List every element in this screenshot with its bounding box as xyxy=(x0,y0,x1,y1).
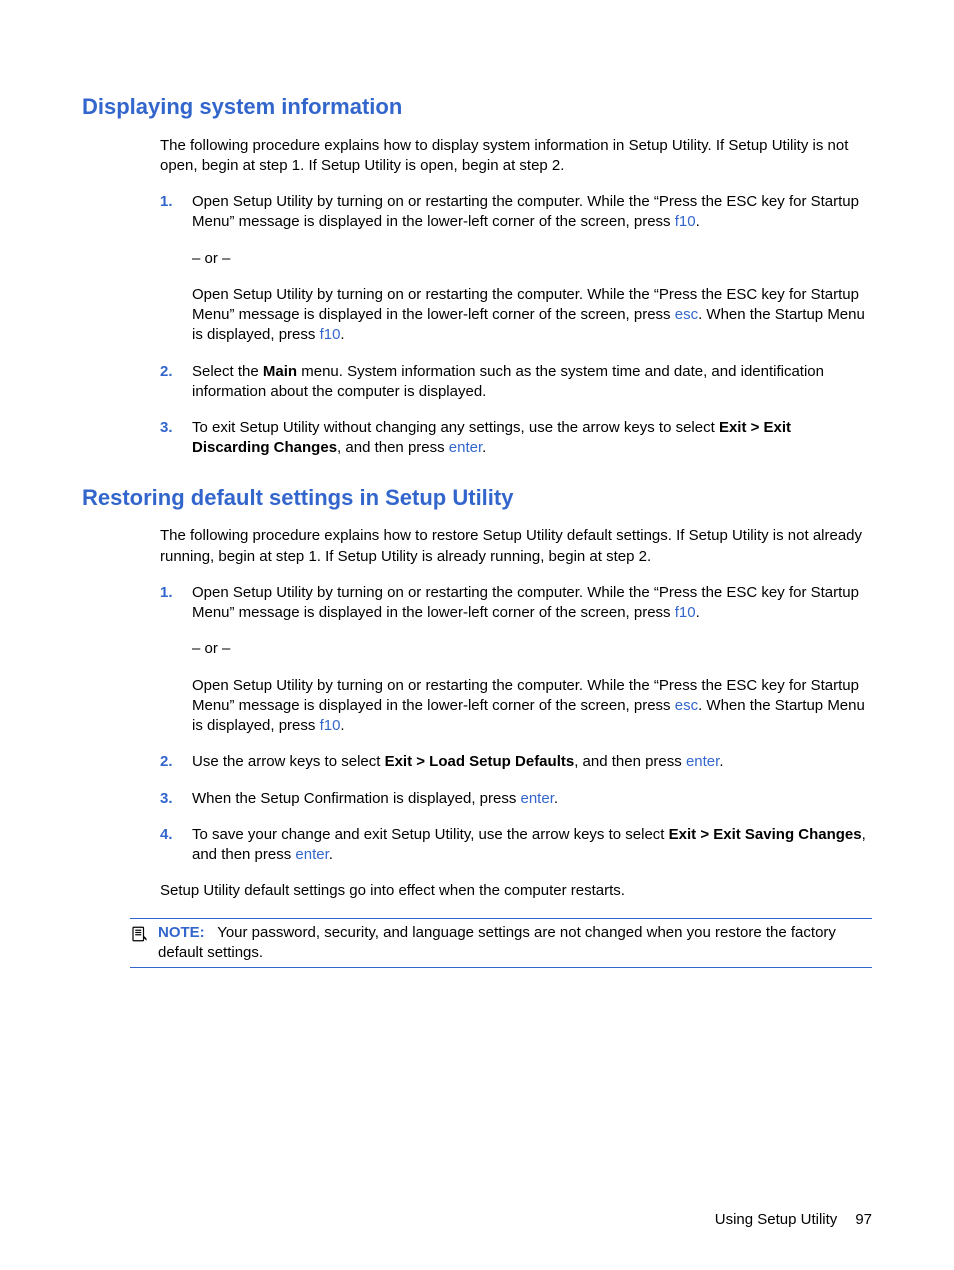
note-content: NOTE: Your password, security, and langu… xyxy=(158,923,872,964)
step-body: When the Setup Confirmation is displayed… xyxy=(192,789,558,809)
intro-paragraph: The following procedure explains how to … xyxy=(160,526,872,567)
heading-restoring-defaults: Restoring default settings in Setup Util… xyxy=(82,483,872,513)
heading-displaying-system-information: Displaying system information xyxy=(82,92,872,122)
step-number: 3. xyxy=(160,418,192,459)
step-number: 4. xyxy=(160,825,192,866)
document-page: Displaying system information The follow… xyxy=(0,0,954,1270)
step-3: 3. When the Setup Confirmation is displa… xyxy=(160,789,872,809)
step-body: To exit Setup Utility without changing a… xyxy=(192,418,872,459)
step-text: To save your change and exit Setup Utili… xyxy=(192,825,872,866)
step-text: Select the Main menu. System information… xyxy=(192,362,872,403)
step-1: 1. Open Setup Utility by turning on or r… xyxy=(160,192,872,346)
key-esc: esc xyxy=(675,306,698,323)
step-3: 3. To exit Setup Utility without changin… xyxy=(160,418,872,459)
key-enter: enter xyxy=(449,439,482,456)
bold-main: Main xyxy=(263,363,297,380)
step-4: 4. To save your change and exit Setup Ut… xyxy=(160,825,872,866)
step-2: 2. Use the arrow keys to select Exit > L… xyxy=(160,752,872,772)
step-text: To exit Setup Utility without changing a… xyxy=(192,418,872,459)
step-number: 2. xyxy=(160,752,192,772)
step-number: 1. xyxy=(160,192,192,346)
note-icon xyxy=(130,923,148,964)
note-text: Your password, security, and language se… xyxy=(158,924,836,961)
key-enter: enter xyxy=(295,846,328,863)
key-f10: f10 xyxy=(675,213,696,230)
step-2: 2. Select the Main menu. System informat… xyxy=(160,362,872,403)
key-f10: f10 xyxy=(675,604,696,621)
steps-list-2: 1. Open Setup Utility by turning on or r… xyxy=(160,583,872,866)
step-body: Select the Main menu. System information… xyxy=(192,362,872,403)
step-text: Open Setup Utility by turning on or rest… xyxy=(192,192,872,233)
step-body: To save your change and exit Setup Utili… xyxy=(192,825,872,866)
note-block: NOTE: Your password, security, and langu… xyxy=(130,918,872,969)
bold-load-defaults: Exit > Load Setup Defaults xyxy=(385,753,575,770)
step-number: 2. xyxy=(160,362,192,403)
footer-section: Using Setup Utility xyxy=(715,1211,838,1228)
step-body: Open Setup Utility by turning on or rest… xyxy=(192,583,872,737)
step-text: Open Setup Utility by turning on or rest… xyxy=(192,676,872,737)
outro-paragraph: Setup Utility default settings go into e… xyxy=(160,881,872,901)
step-number: 1. xyxy=(160,583,192,737)
key-enter: enter xyxy=(686,753,719,770)
intro-paragraph: The following procedure explains how to … xyxy=(160,136,872,177)
step-text: When the Setup Confirmation is displayed… xyxy=(192,789,558,809)
step-body: Open Setup Utility by turning on or rest… xyxy=(192,192,872,346)
footer-page-number: 97 xyxy=(855,1211,872,1228)
step-text: Open Setup Utility by turning on or rest… xyxy=(192,583,872,624)
step-number: 3. xyxy=(160,789,192,809)
key-f10: f10 xyxy=(320,326,341,343)
bold-exit-saving: Exit > Exit Saving Changes xyxy=(669,826,862,843)
key-enter: enter xyxy=(521,790,554,807)
step-text: Use the arrow keys to select Exit > Load… xyxy=(192,752,724,772)
steps-list-1: 1. Open Setup Utility by turning on or r… xyxy=(160,192,872,459)
key-esc: esc xyxy=(675,697,698,714)
page-footer: Using Setup Utility 97 xyxy=(715,1210,872,1230)
step-text: Open Setup Utility by turning on or rest… xyxy=(192,285,872,346)
note-label: NOTE: xyxy=(158,924,205,941)
step-body: Use the arrow keys to select Exit > Load… xyxy=(192,752,724,772)
or-separator: – or – xyxy=(192,639,872,659)
step-1: 1. Open Setup Utility by turning on or r… xyxy=(160,583,872,737)
key-f10: f10 xyxy=(320,717,341,734)
or-separator: – or – xyxy=(192,249,872,269)
